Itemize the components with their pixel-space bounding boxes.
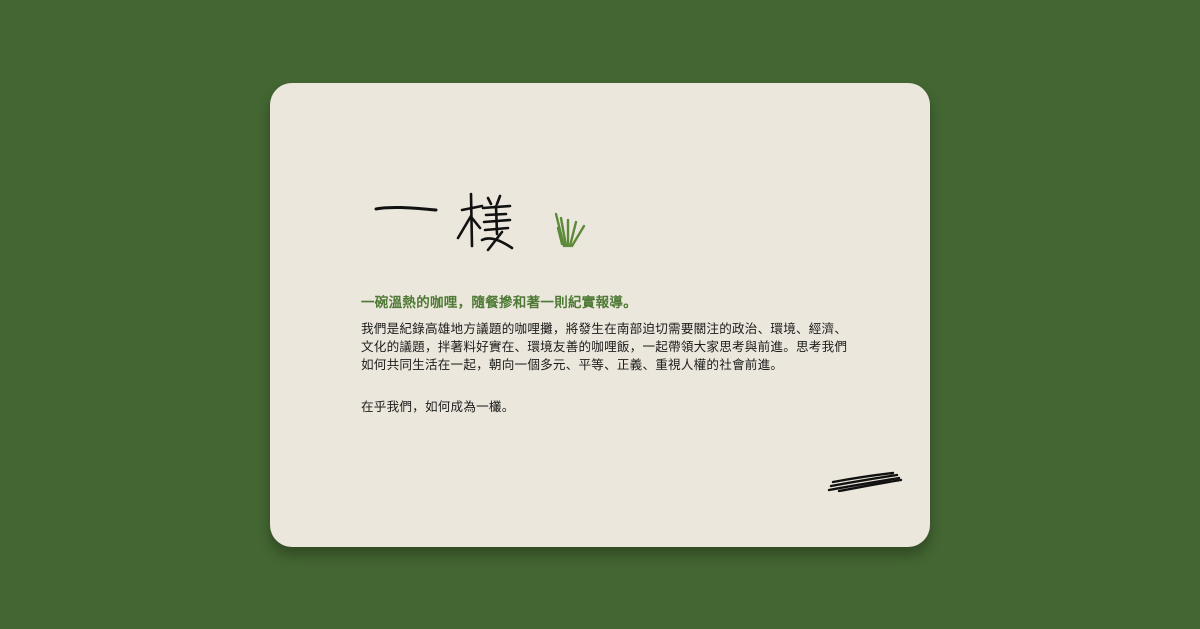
grass-sprig-icon bbox=[554, 212, 586, 248]
tagline: 一碗溫熱的咖哩，隨餐摻和著一則紀實報導。 bbox=[361, 295, 637, 311]
scribble-lines-icon bbox=[827, 471, 903, 493]
closing-line: 在乎我們，如何成為一欉。 bbox=[361, 399, 515, 414]
brand-logo bbox=[374, 192, 586, 252]
description-paragraph: 我們是紀錄高雄地方議題的咖哩攤，將發生在南部迫切需要關注的政治、環境、經濟、文化… bbox=[361, 321, 848, 372]
